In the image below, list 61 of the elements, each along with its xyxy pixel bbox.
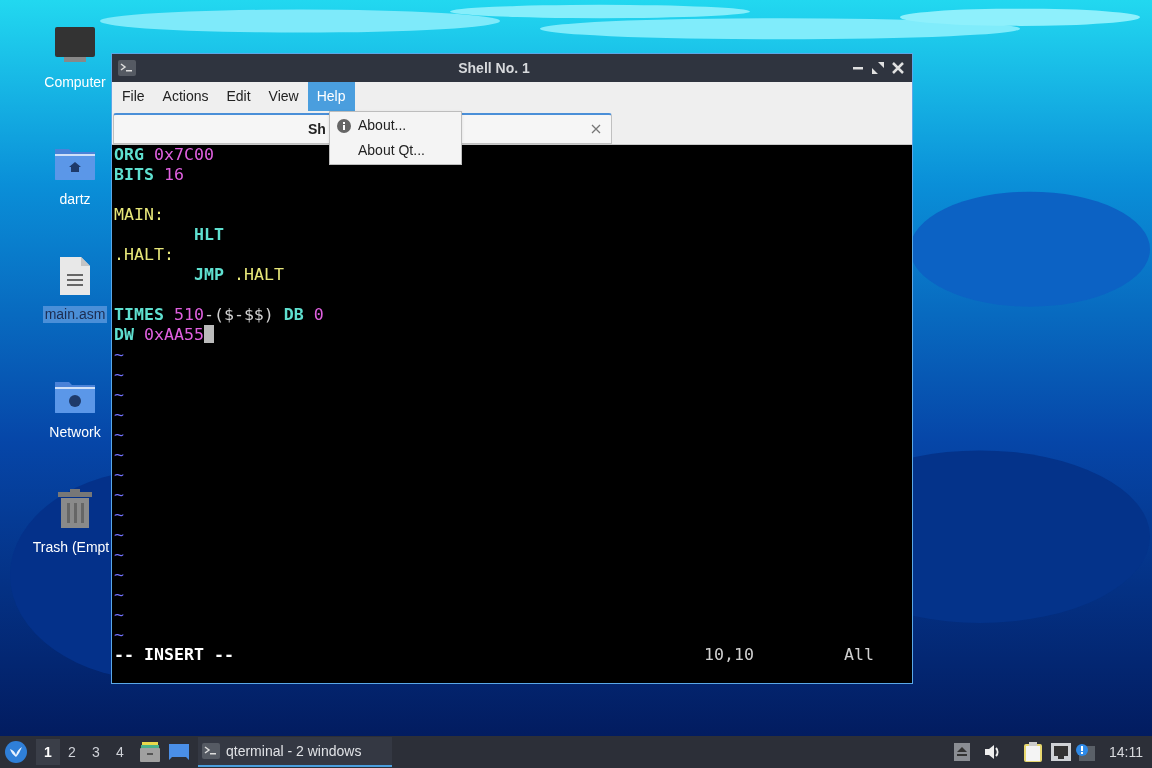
start-menu-icon[interactable] [5, 741, 27, 763]
code-line: ORG 0x7C00 [114, 145, 214, 165]
workspace-button[interactable]: 1 [36, 739, 60, 765]
clipboard-icon[interactable] [1024, 742, 1042, 762]
tab-label: Sh [308, 119, 326, 139]
desktop-icon-label[interactable]: Trash (Empt [30, 539, 112, 556]
empty-line-marker: ~ [114, 345, 124, 365]
menu-item[interactable]: Edit [217, 82, 260, 111]
empty-line-marker: ~ [114, 465, 124, 485]
trash-icon [57, 489, 93, 529]
close-tab-icon[interactable] [591, 124, 601, 134]
menu-item[interactable]: View [259, 82, 308, 111]
taskbar-task[interactable]: qterminal - 2 windows [198, 737, 392, 767]
restore-icon[interactable] [872, 62, 884, 74]
empty-line-marker: ~ [114, 565, 124, 585]
window-title: Shell No. 1 [457, 58, 531, 78]
workspace-button[interactable]: 3 [84, 739, 108, 765]
menu-item[interactable]: Actions [153, 82, 218, 111]
monitor-icon [54, 26, 96, 64]
empty-line-marker: ~ [114, 365, 124, 385]
workspace-button[interactable]: 4 [108, 739, 132, 765]
notification-icon[interactable] [1075, 743, 1095, 761]
empty-line-marker: ~ [114, 485, 124, 505]
file-cabinet-icon[interactable] [140, 742, 160, 762]
code-line: JMP .HALT [193, 265, 284, 285]
desktop-icon-label[interactable]: Network [47, 424, 103, 441]
code-line: HLT [193, 225, 224, 245]
code-line: BITS 16 [114, 165, 184, 185]
code-line: TIMES 510-($-$$) DB 0 [114, 305, 324, 325]
code-line: DW 0xAA55 [114, 325, 214, 345]
empty-line-marker: ~ [114, 625, 124, 645]
empty-line-marker: ~ [114, 425, 124, 445]
empty-line-marker: ~ [114, 405, 124, 425]
eject-icon[interactable] [954, 743, 970, 761]
empty-line-marker: ~ [114, 525, 124, 545]
empty-line-marker: ~ [114, 605, 124, 625]
clock: 14:11 [1109, 742, 1143, 762]
text-cursor [203, 325, 214, 343]
text-file-icon [59, 256, 91, 296]
mode-indicator: -- INSERT -- [114, 645, 235, 665]
info-icon [337, 118, 351, 133]
close-icon[interactable] [892, 62, 904, 74]
empty-line-marker: ~ [114, 445, 124, 465]
empty-line-marker: ~ [114, 505, 124, 525]
terminal-icon [118, 60, 136, 76]
desktop-icon-label[interactable]: dartz [57, 191, 93, 208]
desktop-icon-label[interactable]: main.asm [42, 306, 108, 323]
menu-item[interactable]: File [113, 82, 154, 111]
network-icon[interactable] [1051, 743, 1071, 761]
dropdown-item[interactable]: About... [330, 113, 461, 138]
code-line: MAIN: [114, 205, 164, 225]
window-icon[interactable] [169, 744, 189, 760]
cursor-position: 10,10 [704, 645, 755, 665]
code-line: .HALT: [114, 245, 174, 265]
empty-line-marker: ~ [114, 385, 124, 405]
dropdown-item[interactable]: About Qt... [330, 138, 461, 163]
terminal-icon [202, 743, 220, 759]
empty-line-marker: ~ [114, 585, 124, 605]
workspace-button[interactable]: 2 [60, 739, 84, 765]
empty-line-marker: ~ [114, 545, 124, 565]
scroll-position: All [844, 645, 874, 665]
